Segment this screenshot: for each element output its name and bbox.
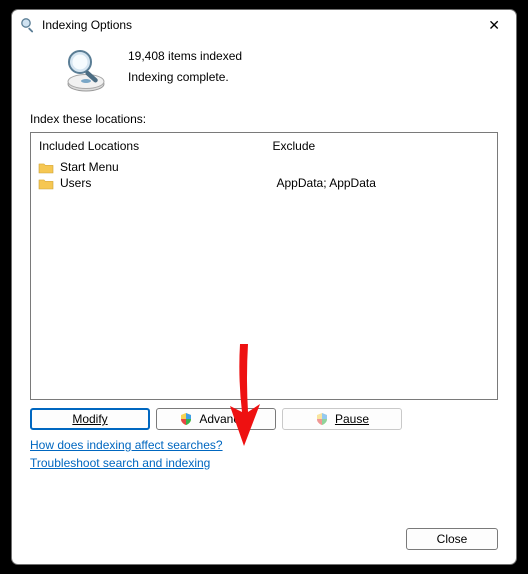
folder-icon xyxy=(38,161,54,174)
help-link-indexing[interactable]: How does indexing affect searches? xyxy=(30,438,223,452)
list-item[interactable]: Users xyxy=(35,175,260,191)
exclude-value: AppData; AppData xyxy=(269,175,494,191)
included-location-label: Users xyxy=(60,176,91,190)
title-bar: Indexing Options ✕ xyxy=(12,10,516,40)
advanced-label: Advanced xyxy=(199,412,252,426)
exclude-value xyxy=(269,159,494,175)
uac-shield-icon xyxy=(179,412,193,426)
dialog-title: Indexing Options xyxy=(42,18,132,32)
included-header: Included Locations xyxy=(31,133,264,159)
folder-icon xyxy=(38,177,54,190)
magnifier-drive-icon xyxy=(62,46,110,94)
indexing-state: Indexing complete. xyxy=(128,67,242,88)
exclude-header: Exclude xyxy=(265,133,498,159)
pause-button: Pause xyxy=(282,408,402,430)
advanced-button[interactable]: Advanced xyxy=(156,408,276,430)
help-links: How does indexing affect searches? Troub… xyxy=(30,436,498,470)
modify-label: Modify xyxy=(72,412,107,426)
indexed-count: 19,408 items indexed xyxy=(128,46,242,67)
pause-label: Pause xyxy=(335,412,369,426)
close-label: Close xyxy=(437,532,468,546)
modify-button[interactable]: Modify xyxy=(30,408,150,430)
magnifier-icon xyxy=(20,17,36,33)
locations-label: Index these locations: xyxy=(12,96,516,132)
indexing-status: 19,408 items indexed Indexing complete. xyxy=(12,40,516,96)
close-button[interactable]: Close xyxy=(406,528,498,550)
help-link-troubleshoot[interactable]: Troubleshoot search and indexing xyxy=(30,456,210,470)
included-location-label: Start Menu xyxy=(60,160,119,174)
locations-panel: Included Locations Start Menu Users Exclu… xyxy=(30,132,498,400)
uac-shield-icon xyxy=(315,412,329,426)
indexing-options-dialog: Indexing Options ✕ 19,408 items indexed … xyxy=(11,9,517,565)
button-row: Modify Advanced xyxy=(30,408,498,430)
list-item[interactable]: Start Menu xyxy=(35,159,260,175)
close-icon[interactable]: ✕ xyxy=(482,14,506,36)
